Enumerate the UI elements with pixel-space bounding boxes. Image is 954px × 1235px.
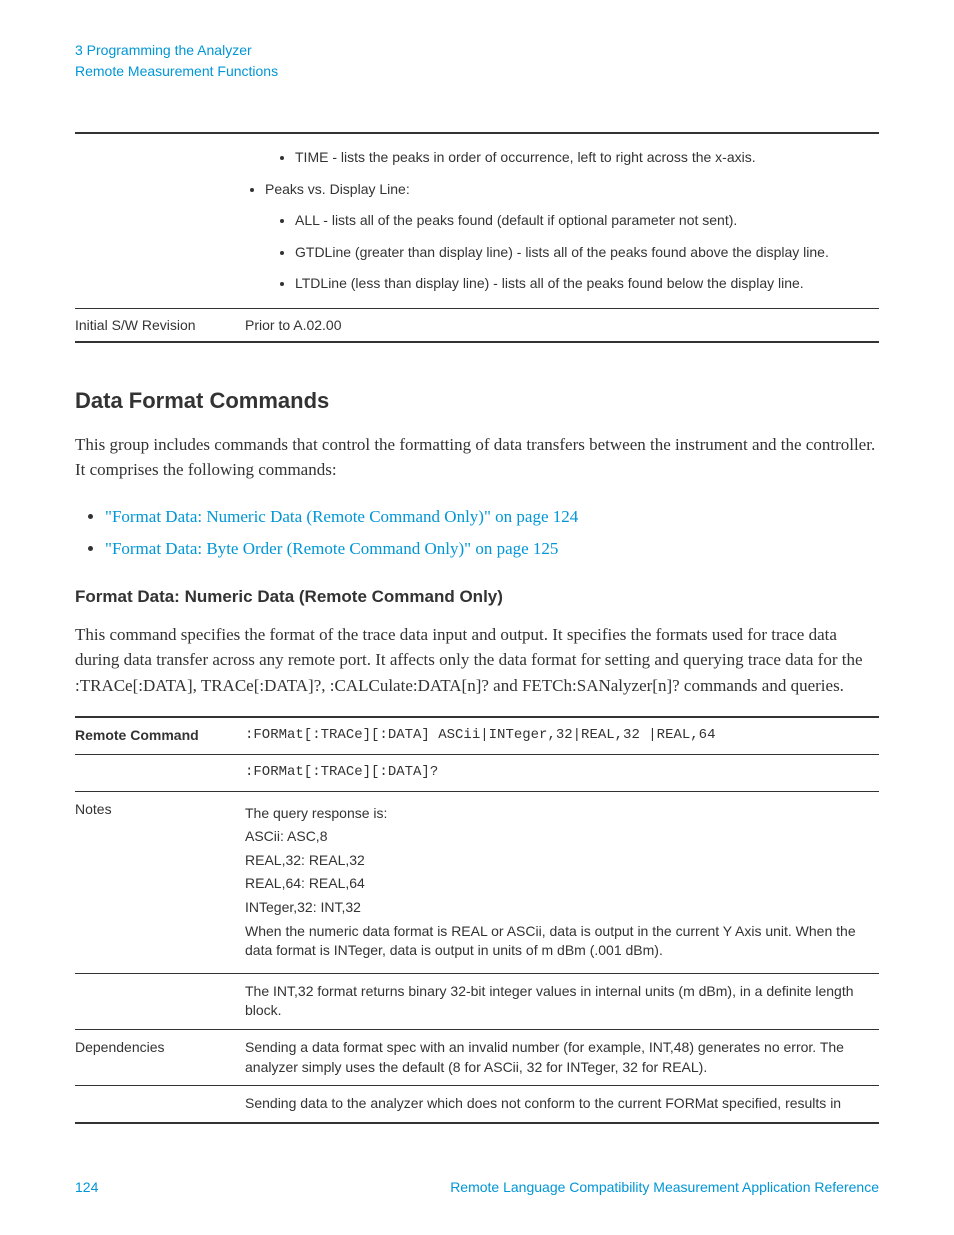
section-intro: This group includes commands that contro… bbox=[75, 432, 879, 483]
subsection-intro: This command specifies the format of the… bbox=[75, 622, 879, 699]
notes-line: INTeger,32: INT,32 bbox=[245, 898, 879, 918]
bullet-time: TIME - lists the peaks in order of occur… bbox=[295, 142, 879, 174]
deps-line: Sending data to the analyzer which does … bbox=[245, 1086, 879, 1123]
bullet-ltd: LTDLine (less than display line) - lists… bbox=[295, 268, 879, 300]
notes-line: ASCii: ASC,8 bbox=[245, 827, 879, 847]
notes-line: The query response is: bbox=[245, 804, 879, 824]
notes-line: REAL,64: REAL,64 bbox=[245, 874, 879, 894]
revision-value: Prior to A.02.00 bbox=[245, 308, 879, 342]
doc-title: Remote Language Compatibility Measuremen… bbox=[450, 1179, 879, 1195]
dependencies-label: Dependencies bbox=[75, 1030, 245, 1086]
bullet-all: ALL - lists all of the peaks found (defa… bbox=[295, 205, 879, 237]
page-number: 124 bbox=[75, 1179, 98, 1195]
command-table: Remote Command :FORMat[:TRACe][:DATA] AS… bbox=[75, 716, 879, 1123]
notes-line: REAL,32: REAL,32 bbox=[245, 851, 879, 871]
remote-command-1: :FORMat[:TRACe][:DATA] ASCii|INTeger,32|… bbox=[245, 717, 879, 754]
deps-line: Sending a data format spec with an inval… bbox=[245, 1030, 879, 1086]
top-table: TIME - lists the peaks in order of occur… bbox=[75, 132, 879, 343]
link-numeric-data[interactable]: "Format Data: Numeric Data (Remote Comma… bbox=[105, 507, 578, 526]
link-byte-order[interactable]: "Format Data: Byte Order (Remote Command… bbox=[105, 539, 558, 558]
notes-line: The INT,32 format returns binary 32-bit … bbox=[245, 973, 879, 1029]
bullet-gtd: GTDLine (greater than display line) - li… bbox=[295, 237, 879, 269]
link-list: "Format Data: Numeric Data (Remote Comma… bbox=[75, 501, 879, 565]
notes-label: Notes bbox=[75, 791, 245, 973]
header-line1: 3 Programming the Analyzer bbox=[75, 40, 879, 61]
page-header: 3 Programming the Analyzer Remote Measur… bbox=[75, 40, 879, 82]
notes-line: When the numeric data format is REAL or … bbox=[245, 922, 879, 961]
header-line2: Remote Measurement Functions bbox=[75, 61, 879, 82]
subsection-heading: Format Data: Numeric Data (Remote Comman… bbox=[75, 587, 879, 607]
remote-command-label: Remote Command bbox=[75, 717, 245, 754]
bullet-peaks-vs: Peaks vs. Display Line: bbox=[265, 174, 879, 206]
page-footer: 124 Remote Language Compatibility Measur… bbox=[75, 1179, 879, 1195]
revision-label: Initial S/W Revision bbox=[75, 308, 245, 342]
section-heading: Data Format Commands bbox=[75, 388, 879, 414]
remote-command-2: :FORMat[:TRACe][:DATA]? bbox=[245, 755, 879, 792]
